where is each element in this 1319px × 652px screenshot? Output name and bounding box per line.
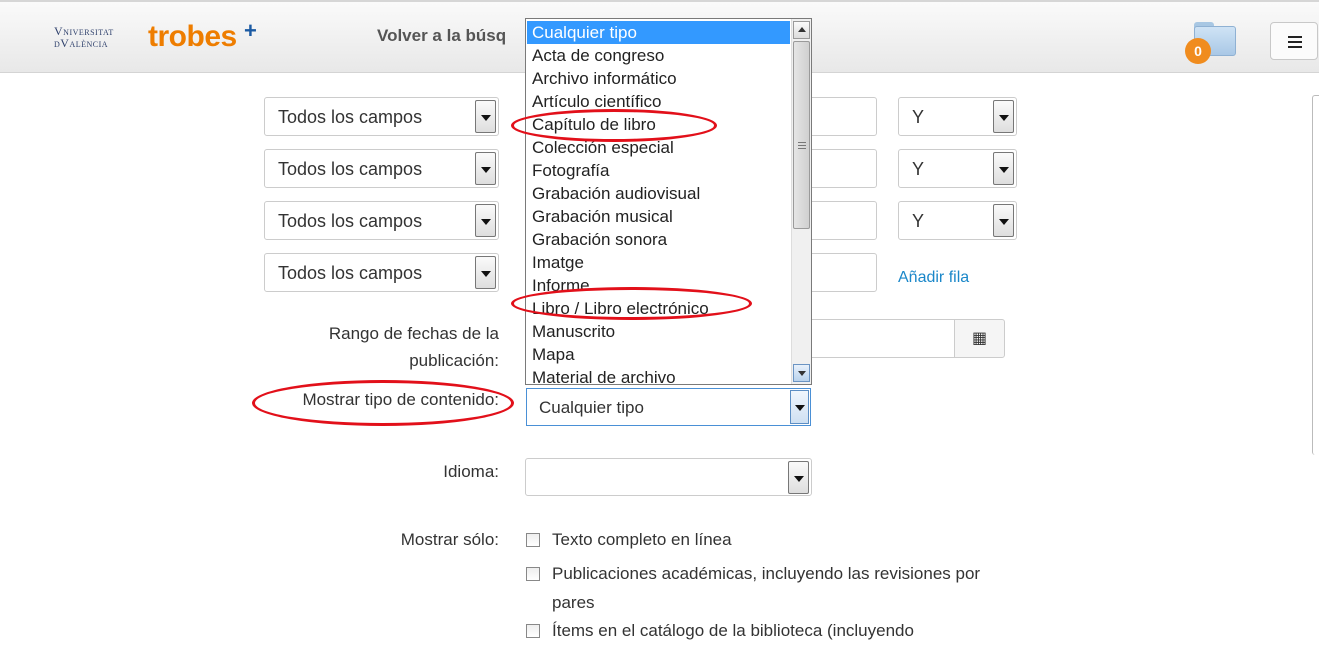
dropdown-option[interactable]: Grabación sonora	[527, 228, 790, 251]
language-select[interactable]	[525, 458, 812, 496]
chevron-down-icon	[790, 390, 809, 424]
date-range-label: Rango de fechas de la publicación:	[328, 324, 499, 370]
chevron-down-icon	[993, 152, 1014, 185]
chevron-down-icon	[475, 256, 496, 289]
app-window: Vniversitat dValència trobes + Volver a …	[0, 0, 1319, 652]
checkbox[interactable]	[526, 624, 540, 638]
chevron-down-icon	[993, 100, 1014, 133]
dropdown-option[interactable]: Artículo científico	[527, 90, 790, 113]
hamburger-icon-bar	[1288, 46, 1302, 48]
field-select-3[interactable]: Todos los campos	[264, 201, 499, 240]
checkbox-peer-reviewed[interactable]: Publicaciones académicas, incluyendo las…	[526, 559, 1026, 617]
scroll-up-icon[interactable]	[793, 21, 810, 39]
dropdown-option[interactable]: Archivo informático	[527, 67, 790, 90]
content-type-dropdown-list[interactable]: Cualquier tipo Acta de congreso Archivo …	[525, 18, 812, 385]
field-select-value: Todos los campos	[278, 263, 423, 283]
field-select-value: Todos los campos	[278, 107, 423, 127]
folder-count-badge: 0	[1185, 38, 1211, 64]
grip-icon	[798, 142, 806, 149]
dropdown-option[interactable]: Material de archivo	[527, 366, 790, 384]
dropdown-option[interactable]: Mapa	[527, 343, 790, 366]
dropdown-option[interactable]: Fotografía	[527, 159, 790, 182]
calendar-button[interactable]: ▦	[954, 319, 1005, 358]
calendar-icon: ▦	[971, 330, 988, 347]
checkbox-full-text[interactable]: Texto completo en línea	[526, 525, 1026, 554]
field-select-value: Todos los campos	[278, 211, 423, 231]
chevron-down-icon	[475, 152, 496, 185]
field-select-1[interactable]: Todos los campos	[264, 97, 499, 136]
dropdown-option[interactable]: Cualquier tipo	[527, 21, 790, 44]
operator-select-1[interactable]: Y	[898, 97, 1017, 136]
back-to-search-link[interactable]: Volver a la búsq	[377, 26, 506, 46]
checkbox-library-catalog[interactable]: Ítems en el catálogo de la biblioteca (i…	[526, 616, 1026, 645]
operator-select-value: Y	[912, 107, 925, 127]
content-type-select[interactable]: Cualquier tipo	[526, 388, 811, 426]
show-only-label: Mostrar sólo:	[400, 530, 499, 549]
operator-select-value: Y	[912, 159, 925, 179]
logo-line-2: dValència	[54, 36, 109, 50]
add-row-link[interactable]: Añadir fila	[898, 269, 969, 287]
page-scrollbar[interactable]	[1312, 95, 1319, 455]
chevron-down-icon	[475, 204, 496, 237]
highlight-libro-electronico	[511, 287, 752, 320]
scroll-down-icon[interactable]	[793, 364, 810, 382]
dropdown-option[interactable]: Grabación audiovisual	[527, 182, 790, 205]
dropdown-option[interactable]: Grabación musical	[527, 205, 790, 228]
highlight-content-type-label	[252, 380, 514, 426]
checkbox-label: Texto completo en línea	[552, 530, 732, 549]
content-type-value: Cualquier tipo	[539, 398, 644, 417]
chevron-down-icon	[788, 461, 809, 494]
checkbox[interactable]	[526, 533, 540, 547]
chevron-down-icon	[475, 100, 496, 133]
dropdown-scrollbar[interactable]	[791, 19, 811, 384]
field-select-4[interactable]: Todos los campos	[264, 253, 499, 292]
checkbox-label: Publicaciones académicas, incluyendo las…	[552, 564, 981, 612]
dropdown-option[interactable]: Acta de congreso	[527, 44, 790, 67]
trobes-logo[interactable]: trobes	[148, 20, 237, 54]
trobes-plus-icon: +	[244, 18, 257, 43]
operator-select-value: Y	[912, 211, 925, 231]
date-range-input[interactable]	[790, 319, 956, 358]
highlight-capitulo-de-libro	[511, 109, 717, 142]
field-select-2[interactable]: Todos los campos	[264, 149, 499, 188]
field-select-value: Todos los campos	[278, 159, 423, 179]
chevron-down-icon	[993, 204, 1014, 237]
checkbox-label: Ítems en el catálogo de la biblioteca (i…	[552, 621, 914, 640]
hamburger-icon-bar	[1288, 41, 1302, 43]
hamburger-icon-bar	[1288, 36, 1302, 38]
menu-button[interactable]	[1270, 22, 1318, 60]
scroll-thumb[interactable]	[793, 41, 810, 229]
dropdown-option[interactable]: Manuscrito	[527, 320, 790, 343]
operator-select-2[interactable]: Y	[898, 149, 1017, 188]
operator-select-3[interactable]: Y	[898, 201, 1017, 240]
checkbox[interactable]	[526, 567, 540, 581]
university-logo[interactable]: Vniversitat dValència	[54, 25, 114, 49]
dropdown-option[interactable]: Imatge	[527, 251, 790, 274]
language-label: Idioma:	[443, 462, 499, 481]
